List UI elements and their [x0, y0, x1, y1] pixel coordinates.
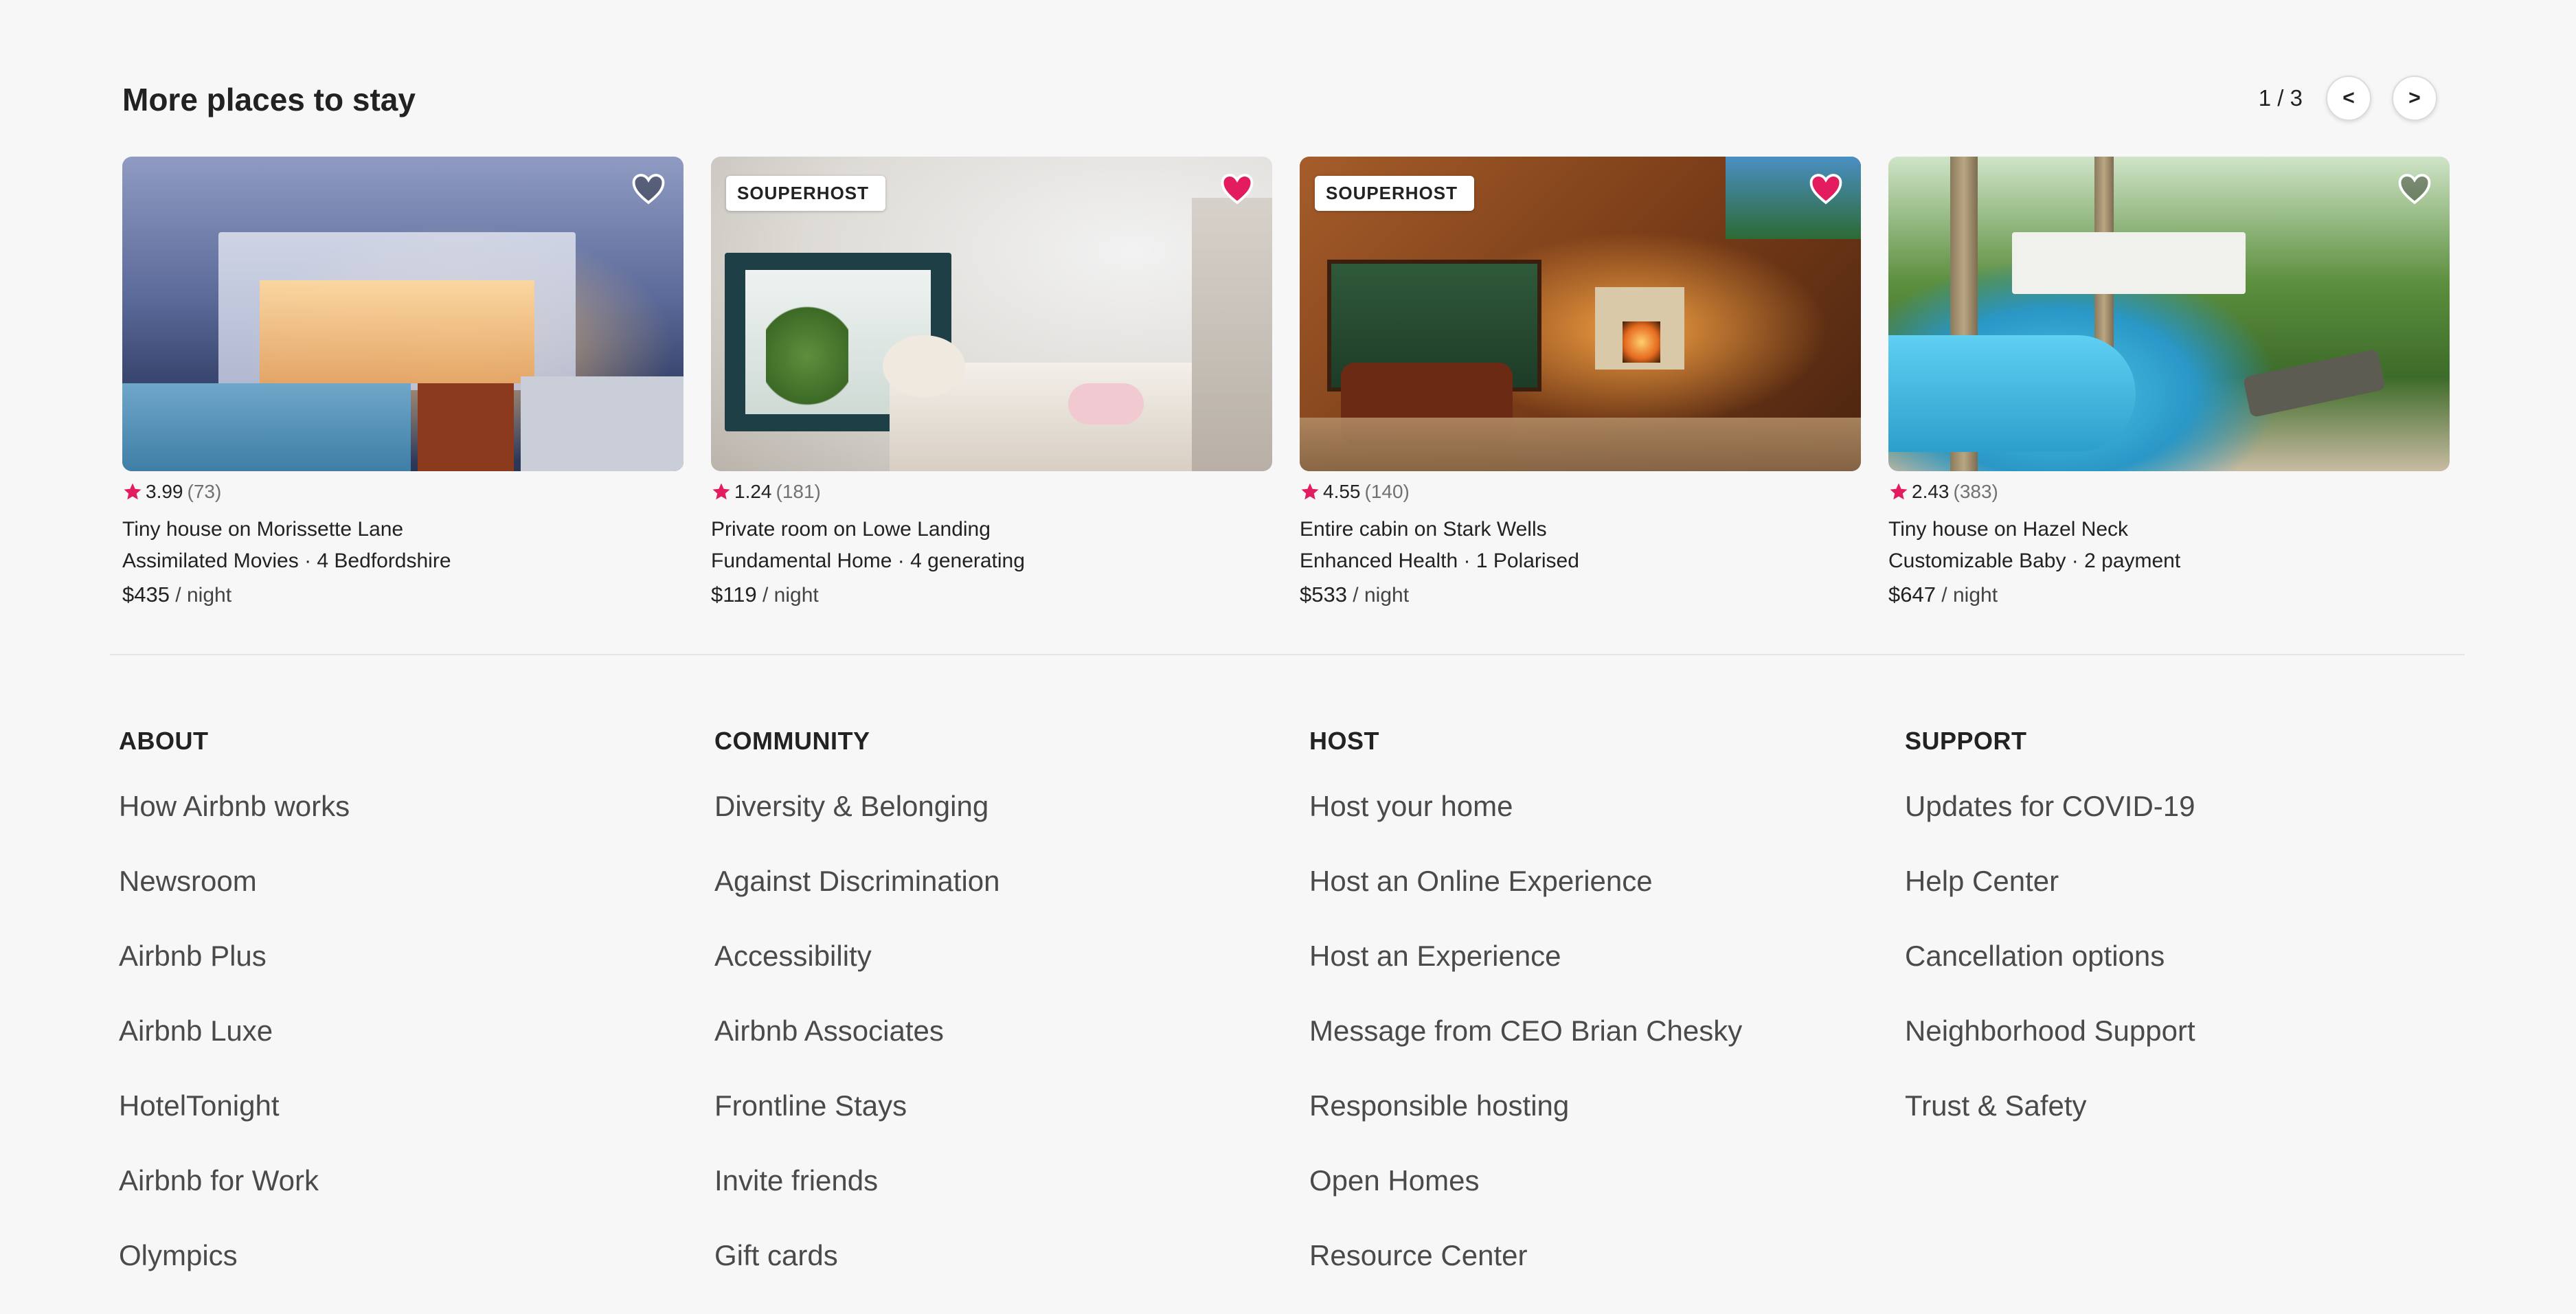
rating-row: 4.55 (140)	[1300, 481, 1861, 503]
favorite-heart-icon[interactable]	[1809, 173, 1843, 205]
superhost-badge: SOUPERHOST	[726, 176, 885, 211]
next-button[interactable]: >	[2392, 76, 2437, 121]
footer-link[interactable]: Host your home	[1309, 790, 1859, 865]
prev-button[interactable]: <	[2326, 76, 2371, 121]
carousel-pager: 1 / 3 < >	[2259, 76, 2437, 121]
footer-link[interactable]: Host an Online Experience	[1309, 865, 1859, 940]
rating-row: 3.99 (73)	[122, 481, 683, 503]
price-unit: / night	[1935, 584, 1998, 607]
listing-price: $119	[711, 582, 757, 607]
footer-link[interactable]: Message from CEO Brian Chesky	[1309, 1015, 1859, 1089]
footer-heading: ABOUT	[119, 727, 209, 755]
listing-price: $533	[1300, 582, 1347, 607]
footer-link[interactable]: Newsroom	[119, 865, 668, 940]
footer-link[interactable]: Responsible hosting	[1309, 1089, 1859, 1164]
footer-link[interactable]: Airbnb for Work	[119, 1164, 668, 1239]
favorite-heart-icon[interactable]	[2397, 173, 2432, 205]
listing-title: Tiny house on Morissette Lane	[122, 518, 404, 541]
rating-row: 1.24 (181)	[711, 481, 1272, 503]
section-title: More places to stay	[122, 82, 416, 117]
footer-link[interactable]: Help Center	[1905, 865, 2454, 940]
section-header: More places to stay 1 / 3 < >	[122, 76, 2437, 124]
footer-link[interactable]: Gift cards	[714, 1239, 1264, 1314]
listing-price: $647	[1888, 582, 1936, 607]
listing-card[interactable]: 2.43 (383) Tiny house on Hazel Neck Cust…	[1888, 157, 2450, 607]
footer-column-host: HOST Host your home Host an Online Exper…	[1309, 727, 1859, 1314]
listing-title: Entire cabin on Stark Wells	[1300, 518, 1547, 541]
listing-subtitle: Assimilated Movies · 4 Bedfordshire	[122, 550, 451, 572]
footer-link[interactable]: Updates for COVID-19	[1905, 790, 2454, 865]
footer-link[interactable]: Open Homes	[1309, 1164, 1859, 1239]
listing-card[interactable]: SOUPERHOST 4.55 (140) Entire cabin on St…	[1300, 157, 1861, 607]
price-row: $119 / night	[711, 582, 1272, 607]
rating-score: 1.24	[734, 481, 772, 502]
listing-card[interactable]: 3.99 (73) Tiny house on Morissette Lane …	[122, 157, 683, 607]
footer-link[interactable]: Airbnb Plus	[119, 940, 668, 1015]
price-row: $533 / night	[1300, 582, 1861, 607]
review-count: (181)	[776, 481, 821, 502]
favorite-heart-icon[interactable]	[631, 173, 666, 205]
listing-subtitle: Fundamental Home · 4 generating	[711, 550, 1025, 572]
rating-score: 4.55	[1323, 481, 1361, 502]
footer-column-about: ABOUT How Airbnb works Newsroom Airbnb P…	[119, 727, 668, 1314]
footer-link[interactable]: Frontline Stays	[714, 1089, 1264, 1164]
footer-heading: COMMUNITY	[714, 727, 870, 755]
listing-photo-pool[interactable]	[1888, 157, 2450, 471]
star-icon	[1301, 483, 1319, 500]
footer-link[interactable]: How Airbnb works	[119, 790, 668, 865]
listing-subtitle: Customizable Baby · 2 payment	[1888, 550, 2181, 572]
footer-link[interactable]: Host an Experience	[1309, 940, 1859, 1015]
price-unit: / night	[756, 584, 819, 607]
favorite-heart-icon[interactable]	[1220, 173, 1254, 205]
listing-title: Private room on Lowe Landing	[711, 518, 991, 541]
review-count: (140)	[1364, 481, 1410, 502]
price-row: $647 / night	[1888, 582, 2450, 607]
footer-link[interactable]: Accessibility	[714, 940, 1264, 1015]
footer-link[interactable]: Olympics	[119, 1239, 668, 1314]
listing-price: $435	[122, 582, 170, 607]
footer-heading: HOST	[1309, 727, 1380, 755]
rating-row: 2.43 (383)	[1888, 481, 2450, 503]
price-row: $435 / night	[122, 582, 683, 607]
price-unit: / night	[1346, 584, 1410, 607]
footer-column-community: COMMUNITY Diversity & Belonging Against …	[714, 727, 1264, 1314]
star-icon	[124, 483, 142, 500]
listing-photo-bedroom[interactable]: SOUPERHOST	[711, 157, 1272, 471]
footer-link[interactable]: Invite friends	[714, 1164, 1264, 1239]
footer-link[interactable]: Cancellation options	[1905, 940, 2454, 1015]
footer-link[interactable]: Resource Center	[1309, 1239, 1859, 1314]
footer-link[interactable]: Airbnb Luxe	[119, 1015, 668, 1089]
footer-link[interactable]: Diversity & Belonging	[714, 790, 1264, 865]
footer-heading: SUPPORT	[1905, 727, 2027, 755]
footer-link[interactable]: Against Discrimination	[714, 865, 1264, 940]
footer-column-support: SUPPORT Updates for COVID-19 Help Center…	[1905, 727, 2454, 1164]
price-unit: / night	[169, 584, 232, 607]
listing-subtitle: Enhanced Health · 1 Polarised	[1300, 550, 1579, 572]
rating-score: 2.43	[1912, 481, 1950, 502]
listing-photo-villa[interactable]	[122, 157, 683, 471]
footer-link[interactable]: HotelTonight	[119, 1089, 668, 1164]
pager-text: 1 / 3	[2258, 85, 2303, 111]
footer-link[interactable]: Airbnb Associates	[714, 1015, 1264, 1089]
review-count: (383)	[1953, 481, 1998, 502]
star-icon	[712, 483, 730, 500]
section-divider	[110, 654, 2465, 655]
footer-link[interactable]: Neighborhood Support	[1905, 1015, 2454, 1089]
rating-score: 3.99	[146, 481, 183, 502]
listing-title: Tiny house on Hazel Neck	[1888, 518, 2129, 541]
star-icon	[1890, 483, 1908, 500]
review-count: (73)	[187, 481, 222, 502]
superhost-badge: SOUPERHOST	[1315, 176, 1474, 211]
listing-card[interactable]: SOUPERHOST 1.24 (181) Private room on Lo…	[711, 157, 1272, 607]
footer-link[interactable]: Trust & Safety	[1905, 1089, 2454, 1164]
listing-photo-cabin[interactable]: SOUPERHOST	[1300, 157, 1861, 471]
